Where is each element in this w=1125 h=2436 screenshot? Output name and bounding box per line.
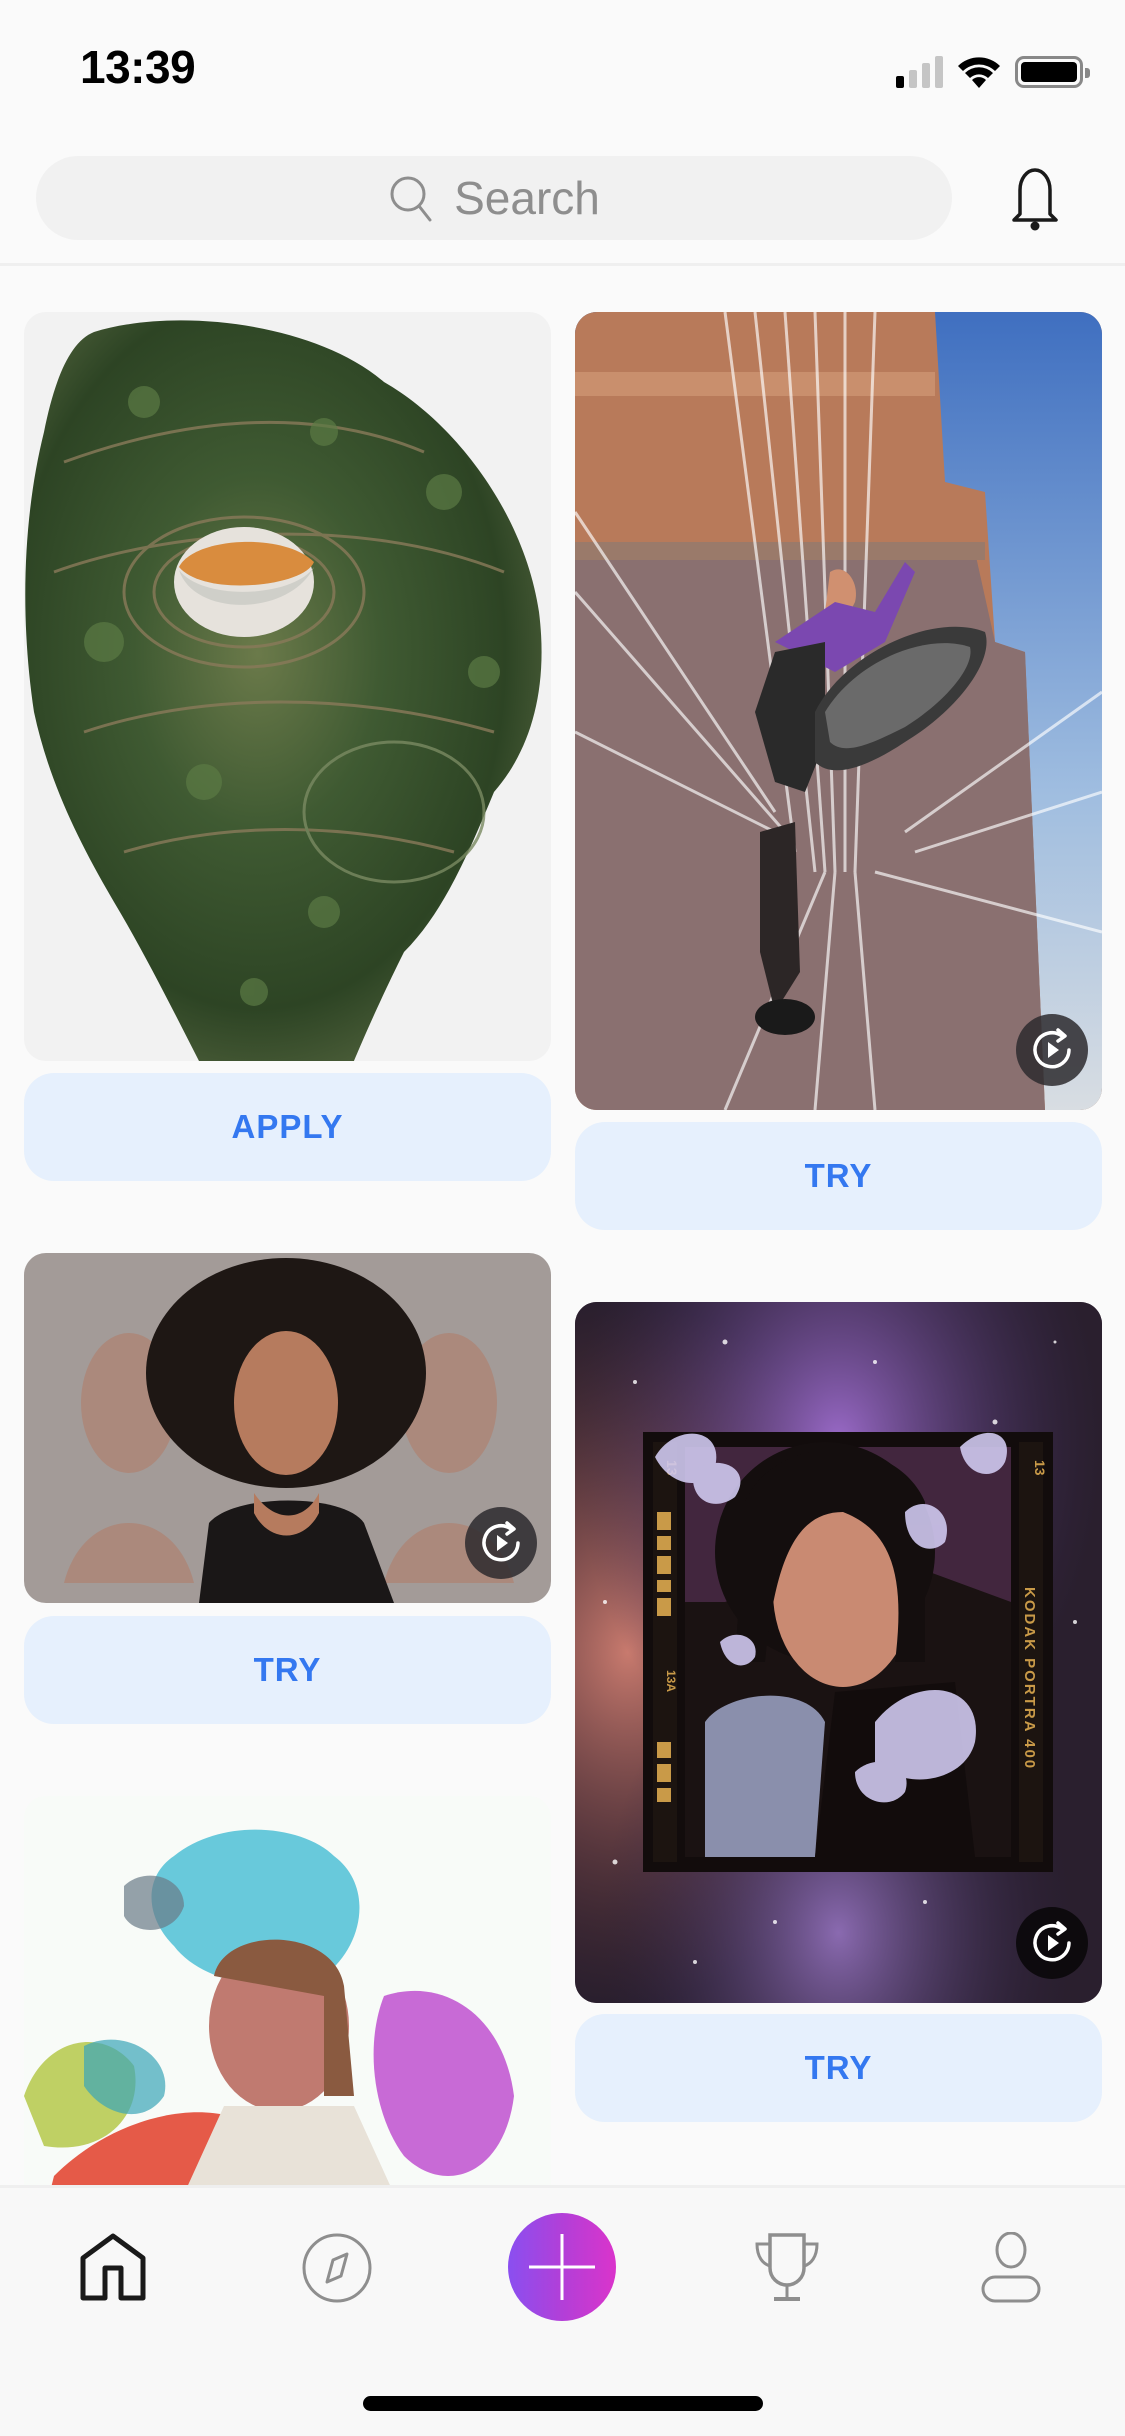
replay-play-icon: [1033, 1921, 1071, 1962]
home-icon: [80, 2233, 146, 2301]
search-placeholder: Search: [454, 172, 600, 224]
replay-button[interactable]: [1016, 1014, 1088, 1086]
film-frame-number-right: 13: [1032, 1460, 1048, 1476]
effect-preview-echo-portrait[interactable]: [24, 1253, 551, 1603]
effects-feed[interactable]: APPLY TRY TRY 13 13A KODAK PORTRA 400 TR…: [0, 268, 1125, 2185]
home-indicator[interactable]: [363, 2396, 763, 2411]
plus-icon: [529, 2234, 595, 2300]
effect-preview-color-powder[interactable]: [24, 1796, 551, 2185]
replay-button[interactable]: [1016, 1907, 1088, 1979]
battery-icon: [1015, 56, 1090, 88]
replay-play-icon: [1033, 1028, 1071, 1069]
galaxy-film-image: 13 13 13A KODAK PORTRA 400: [575, 1302, 1102, 2003]
film-brand-text: KODAK PORTRA 400: [1021, 1587, 1038, 1770]
tab-discover[interactable]: [292, 2223, 382, 2313]
profile-icon: [981, 2232, 1041, 2303]
tab-profile[interactable]: [966, 2223, 1056, 2313]
apply-button[interactable]: APPLY: [24, 1073, 551, 1181]
try-button[interactable]: TRY: [24, 1616, 551, 1724]
tab-home[interactable]: [68, 2223, 158, 2313]
tab-challenges[interactable]: [742, 2223, 832, 2313]
signal-icon: [896, 56, 943, 88]
film-frame-number-13a: 13A: [664, 1670, 678, 1692]
try-button[interactable]: TRY: [575, 2014, 1102, 2122]
swirl-bird-image: [25, 320, 542, 1061]
status-bar: 13:39: [0, 0, 1125, 140]
replay-button[interactable]: [465, 1507, 537, 1579]
notifications-button[interactable]: [1000, 164, 1070, 234]
compass-icon: [302, 2233, 372, 2303]
plastic-wrap-image: [575, 312, 1102, 1110]
status-time: 13:39: [80, 41, 196, 93]
trophy-icon: [755, 2233, 819, 2301]
header: Search: [0, 140, 1125, 266]
wifi-icon: [958, 57, 1000, 88]
effect-preview-swirl-bird[interactable]: [24, 312, 551, 1061]
search-icon: [390, 176, 432, 222]
search-input[interactable]: Search: [36, 156, 952, 240]
try-button[interactable]: TRY: [575, 1122, 1102, 1230]
status-icons: [896, 52, 1090, 92]
replay-play-icon: [482, 1521, 520, 1562]
effect-preview-galaxy-film[interactable]: 13 13 13A KODAK PORTRA 400: [575, 1302, 1102, 2003]
bell-icon: [1012, 168, 1058, 231]
create-button[interactable]: [508, 2213, 616, 2321]
color-powder-image: [24, 1829, 514, 2185]
effect-preview-plastic-wrap[interactable]: [575, 312, 1102, 1110]
